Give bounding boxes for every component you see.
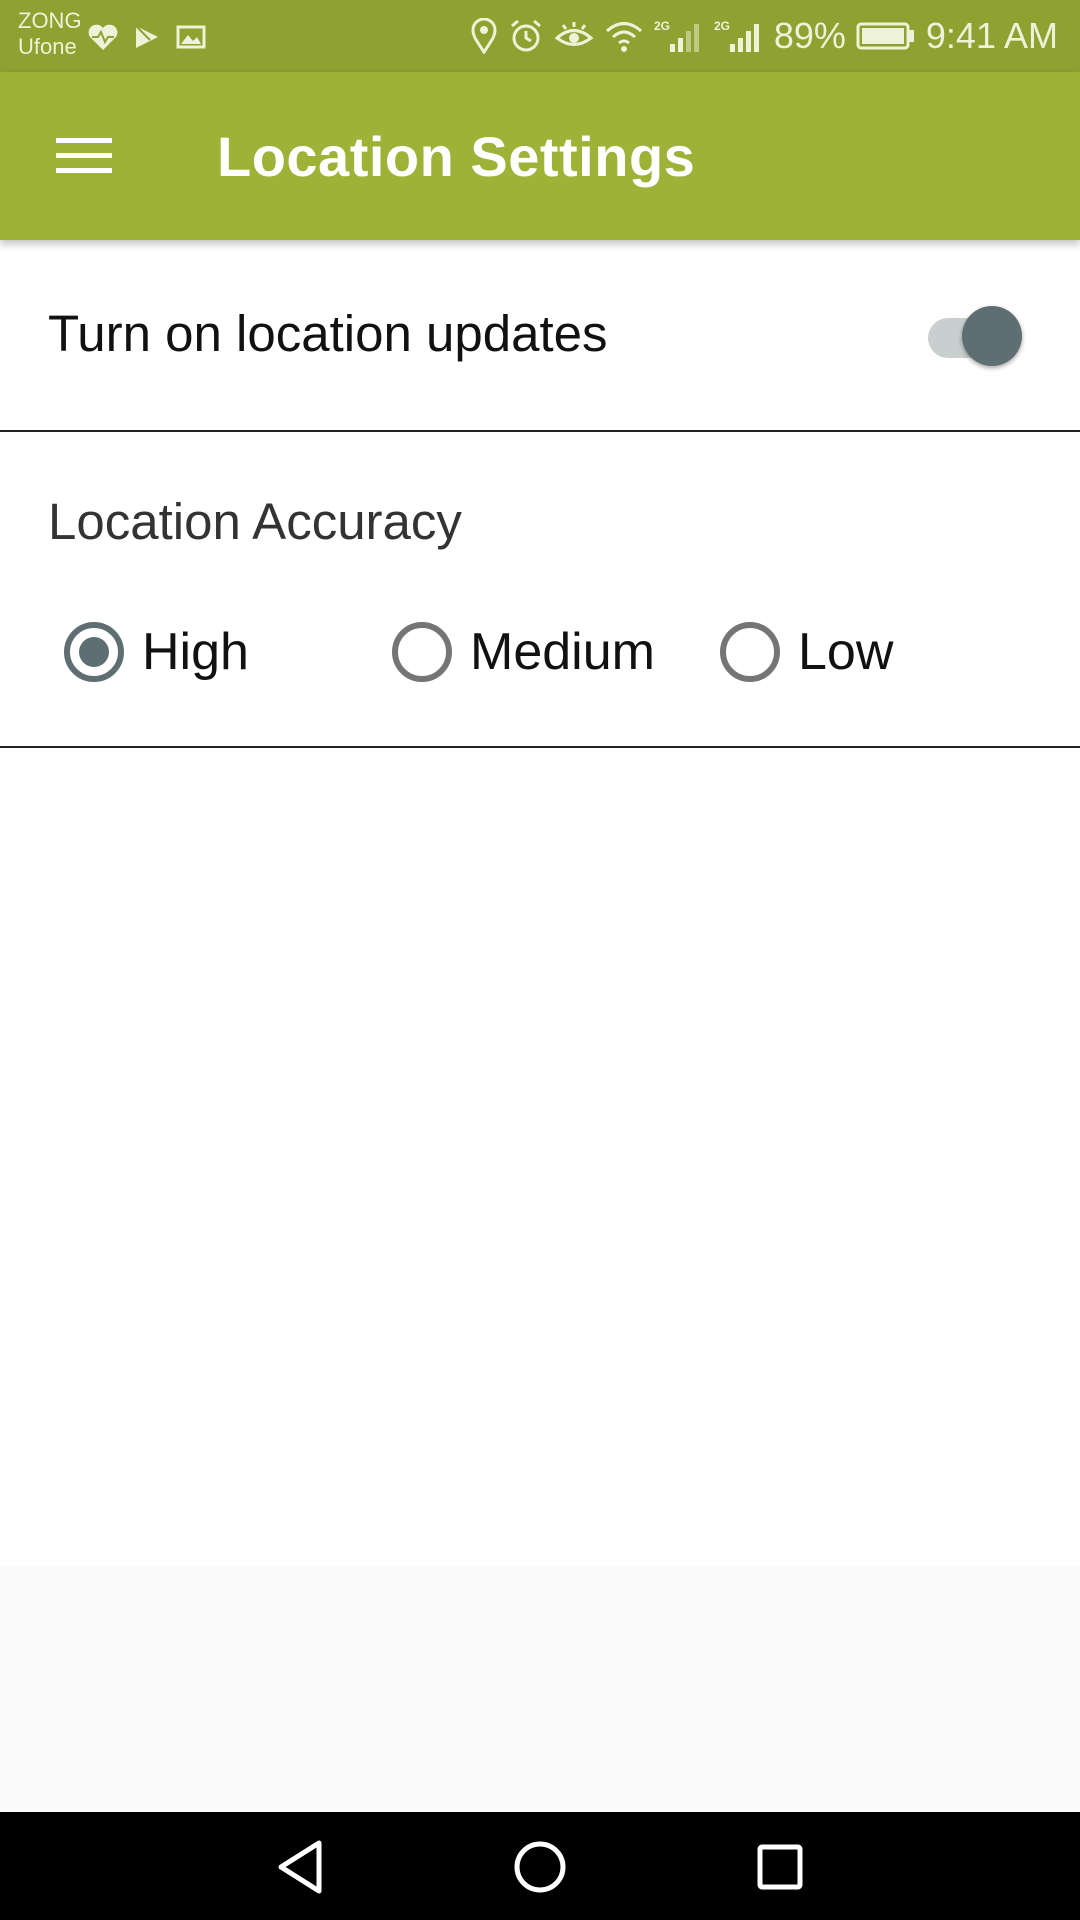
- gallery-icon: [176, 25, 206, 49]
- clock: 9:41 AM: [925, 15, 1058, 56]
- play-store-icon: [135, 25, 158, 48]
- wifi-icon: [605, 22, 642, 52]
- radio-medium-circle[interactable]: [392, 622, 452, 682]
- app-bar: Location Settings: [0, 72, 1080, 240]
- carrier-2: Ufone: [18, 34, 77, 59]
- accuracy-radio-group: High Medium Low: [64, 614, 1024, 690]
- navigation-bar: [0, 1812, 1080, 1920]
- notification-icons: [86, 20, 208, 54]
- status-bar: ZONG Ufone 2G 2G 89% 9:41 AM: [0, 0, 1080, 72]
- radio-low-circle[interactable]: [720, 622, 780, 682]
- recents-button[interactable]: [740, 1832, 820, 1902]
- switch-thumb: [962, 306, 1022, 366]
- bottom-empty-area: [0, 1566, 1080, 1812]
- location-icon: [471, 18, 497, 54]
- screen: ZONG Ufone 2G 2G 89% 9:41 AM Location Se…: [0, 0, 1080, 1920]
- system-icons: 2G 2G 89% 9:41 AM: [470, 14, 1058, 58]
- location-accuracy-section: Location Accuracy High Medium Low: [0, 432, 1080, 748]
- radio-low[interactable]: Low: [720, 614, 893, 690]
- back-triangle-icon: [278, 1840, 322, 1894]
- home-circle-icon: [514, 1841, 566, 1893]
- location-updates-switch[interactable]: [924, 304, 1024, 368]
- alarm-icon: [510, 19, 541, 52]
- network-type-1: 2G: [654, 19, 670, 33]
- radio-medium-label: Medium: [470, 623, 655, 681]
- hamburger-menu-icon: [56, 138, 112, 173]
- menu-button[interactable]: [40, 112, 128, 200]
- home-button[interactable]: [500, 1832, 580, 1902]
- recents-square-icon: [757, 1844, 803, 1890]
- page-title: Location Settings: [217, 125, 696, 188]
- location-accuracy-title: Location Accuracy: [48, 493, 462, 550]
- carrier-1: ZONG: [18, 8, 82, 33]
- back-button[interactable]: [260, 1832, 340, 1902]
- radio-high-circle[interactable]: [64, 622, 124, 682]
- signal-icon-1: 2G: [654, 19, 699, 52]
- battery-percent: 89%: [773, 15, 846, 56]
- carrier-info: ZONG Ufone: [18, 8, 82, 60]
- radio-high-label: High: [142, 623, 249, 681]
- location-updates-label: Turn on location updates: [48, 305, 608, 362]
- settings-content: Turn on location updates Location Accura…: [0, 240, 1080, 1566]
- network-type-2: 2G: [714, 19, 730, 33]
- radio-low-label: Low: [798, 623, 894, 681]
- signal-icon-2: 2G: [714, 19, 759, 52]
- battery-icon: [856, 22, 914, 50]
- radio-medium[interactable]: Medium: [392, 614, 655, 690]
- eye-comfort-icon: [554, 22, 594, 46]
- radio-high[interactable]: High: [64, 614, 249, 690]
- heart-rate-icon: [88, 24, 118, 50]
- location-updates-row[interactable]: Turn on location updates: [0, 240, 1080, 432]
